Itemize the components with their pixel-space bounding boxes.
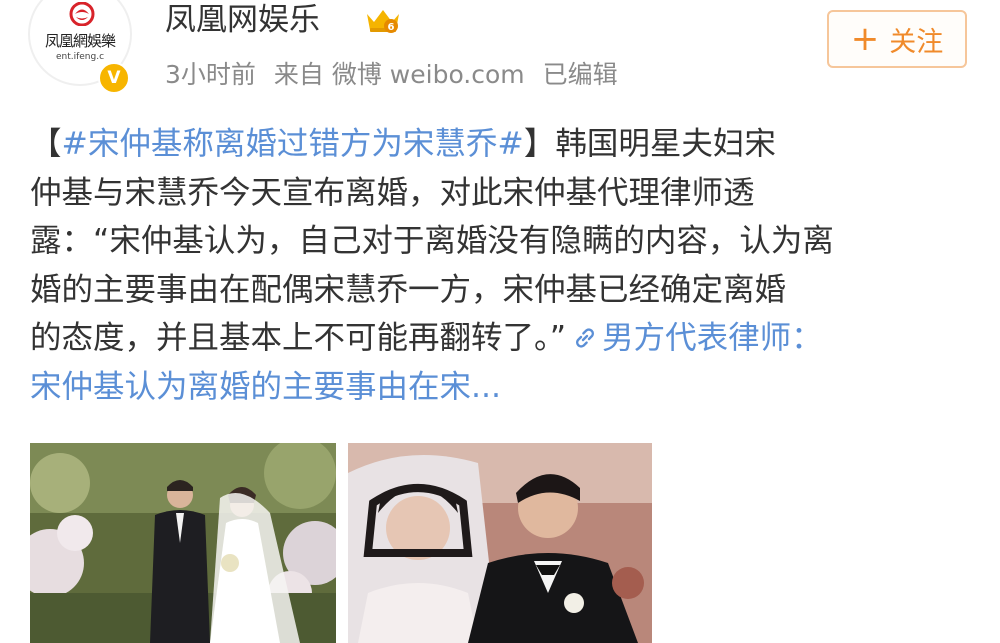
avatar-logo-text: 凤凰網娛樂 <box>44 32 116 50</box>
vip-badge-icon: 6 <box>367 10 399 33</box>
link-icon <box>576 328 595 348</box>
hashtag-link[interactable]: #宋仲基称离婚过错方为宋慧乔# <box>62 126 524 162</box>
post-line-2: 仲基与宋慧乔今天宣布离婚，对此宋仲基代理律师透 <box>30 174 755 211</box>
post-text: 的态度，并且基本上不可能再翻转了。” <box>30 320 567 356</box>
bracket-close: 】 <box>523 126 556 162</box>
post-line-4: 婚的主要事由在配偶宋慧乔一方，宋仲基已经确定离婚 <box>30 271 787 308</box>
post-line-1: 【#宋仲基称离婚过错方为宋慧乔#】韩国明星夫妇宋 <box>30 120 970 169</box>
post-time: 3小时前 <box>165 60 256 89</box>
wedding-photo-image <box>30 443 336 643</box>
post-image-1[interactable] <box>30 443 336 643</box>
follow-label: 关注 <box>889 26 944 58</box>
bracket-open: 【 <box>30 126 62 162</box>
post-image-2[interactable] <box>348 443 652 643</box>
avatar-logo-subtext: ent.ifeng.c <box>55 52 105 62</box>
edited-label[interactable]: 已编辑 <box>543 60 618 89</box>
post-body: 【#宋仲基称离婚过错方为宋慧乔#】韩国明星夫妇宋 仲基与宋慧乔今天宣布离婚，对此… <box>30 120 970 411</box>
post-source[interactable]: 来自 微博 weibo.com <box>274 60 525 89</box>
wedding-closeup-image <box>348 443 652 643</box>
svg-text:6: 6 <box>388 22 395 33</box>
article-link-continued[interactable]: 宋仲基认为离婚的主要事由在宋... <box>30 363 970 412</box>
post-line-3: 露：“宋仲基认为，自己对于离婚没有隐瞒的内容，认为离 <box>30 223 834 259</box>
verified-badge-icon: V <box>98 62 130 94</box>
plus-icon: + <box>850 19 880 59</box>
account-name[interactable]: 凤凰网娱乐 <box>165 0 320 40</box>
article-link[interactable]: 男方代表律师： <box>602 320 823 356</box>
post-line-5: 的态度，并且基本上不可能再翻转了。” 男方代表律师： <box>30 314 970 363</box>
follow-button[interactable]: + 关注 <box>827 10 967 68</box>
post-meta: 3小时前 来自 微博 weibo.com 已编辑 <box>165 58 636 92</box>
phoenix-logo-icon <box>69 2 95 26</box>
post-text: 韩国明星夫妇宋 <box>555 126 776 162</box>
